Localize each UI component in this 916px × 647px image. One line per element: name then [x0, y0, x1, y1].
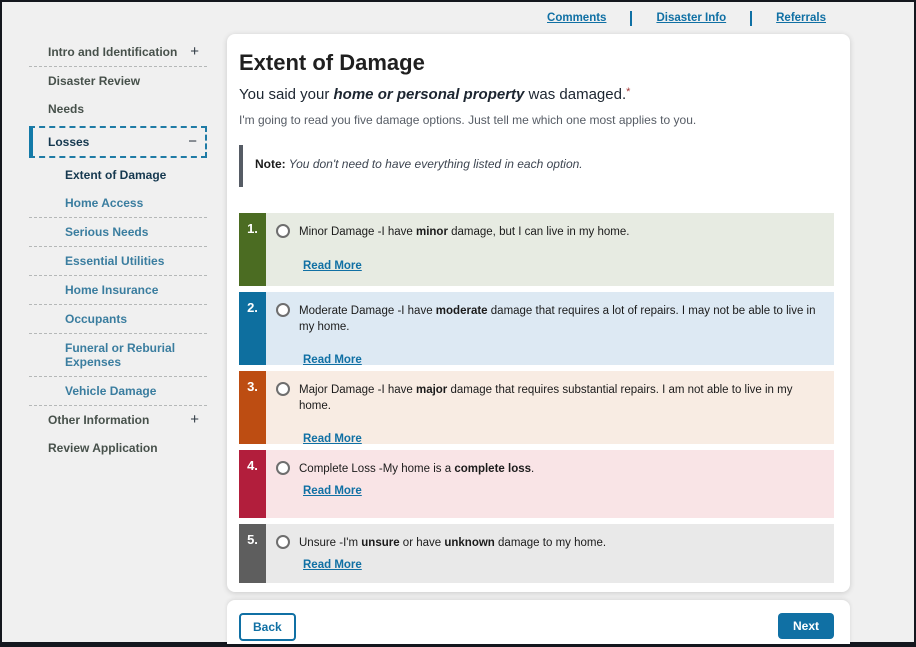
option-number-badge: 2. — [239, 292, 266, 365]
option-label[interactable]: Complete Loss -My home is a complete los… — [276, 462, 822, 478]
back-button[interactable]: Back — [239, 613, 296, 641]
sidebar-item-extent-of-damage[interactable]: Extent of Damage — [29, 161, 207, 189]
question-lead: You said your home or personal property … — [239, 86, 834, 103]
main-content-card: Extent of Damage You said your home or p… — [227, 34, 850, 592]
next-button[interactable]: Next — [778, 613, 834, 639]
option-text: Unsure -I'm unsure or have unknown damag… — [299, 536, 606, 552]
option-text: Major Damage -I have major damage that r… — [299, 383, 822, 414]
option-row-4: 4. Complete Loss -My home is a complete l… — [239, 450, 834, 518]
nav-separator — [750, 11, 752, 26]
damage-options-list: 1. Minor Damage -I have minor damage, but… — [239, 213, 834, 583]
option-body: Major Damage -I have major damage that r… — [266, 371, 834, 444]
option-number-badge: 3. — [239, 371, 266, 444]
sidebar-item-label: Other Information — [48, 413, 149, 427]
sidebar-item-home-access[interactable]: Home Access — [29, 189, 207, 218]
option-body: Unsure -I'm unsure or have unknown damag… — [266, 524, 834, 583]
option-row-1: 1. Minor Damage -I have minor damage, but… — [239, 213, 834, 286]
sidebar-item-intro-and-identification[interactable]: Intro and Identification + — [29, 38, 207, 67]
note-text: You don't need to have everything listed… — [286, 157, 583, 171]
sidebar-item-label: Essential Utilities — [65, 254, 164, 268]
option-label[interactable]: Minor Damage -I have minor damage, but I… — [276, 225, 822, 241]
sidebar-item-label: Intro and Identification — [48, 45, 177, 59]
sidebar-item-vehicle-damage[interactable]: Vehicle Damage — [29, 377, 207, 406]
radio-button[interactable] — [276, 303, 290, 317]
read-more-link[interactable]: Read More — [303, 485, 362, 497]
option-label[interactable]: Unsure -I'm unsure or have unknown damag… — [276, 536, 822, 552]
sidebar-nav: Intro and Identification + Disaster Review… — [29, 38, 207, 462]
sidebar-item-label: Needs — [48, 102, 84, 116]
collapse-icon[interactable]: − — [188, 137, 197, 147]
required-marker: * — [626, 86, 630, 98]
radio-button[interactable] — [276, 461, 290, 475]
sidebar-item-needs[interactable]: Needs — [29, 95, 207, 123]
read-more-link[interactable]: Read More — [303, 260, 362, 272]
sidebar-item-label: Occupants — [65, 312, 127, 326]
option-number-badge: 1. — [239, 213, 266, 286]
sidebar-item-serious-needs[interactable]: Serious Needs — [29, 218, 207, 247]
read-more-link[interactable]: Read More — [303, 433, 362, 445]
option-body: Complete Loss -My home is a complete los… — [266, 450, 834, 518]
nav-separator — [630, 11, 632, 26]
lead-emphasis: home or personal property — [334, 86, 525, 103]
note-label: Note: — [255, 157, 286, 171]
option-number-badge: 4. — [239, 450, 266, 518]
nav-link-disaster-info[interactable]: Disaster Info — [656, 12, 726, 24]
sidebar-item-label: Losses — [48, 135, 89, 149]
sidebar-item-essential-utilities[interactable]: Essential Utilities — [29, 247, 207, 276]
note-box: Note: You don't need to have everything … — [239, 145, 834, 187]
read-more-link[interactable]: Read More — [303, 354, 362, 366]
option-number-badge: 5. — [239, 524, 266, 583]
option-body: Minor Damage -I have minor damage, but I… — [266, 213, 834, 286]
sidebar-item-other-information[interactable]: Other Information + — [29, 406, 207, 434]
radio-button[interactable] — [276, 535, 290, 549]
sidebar-item-occupants[interactable]: Occupants — [29, 305, 207, 334]
nav-link-comments[interactable]: Comments — [547, 12, 606, 24]
option-label[interactable]: Major Damage -I have major damage that r… — [276, 383, 822, 414]
radio-button[interactable] — [276, 224, 290, 238]
sidebar-item-label: Vehicle Damage — [65, 384, 156, 398]
sidebar-item-home-insurance[interactable]: Home Insurance — [29, 276, 207, 305]
expand-icon[interactable]: + — [190, 47, 199, 57]
sidebar-item-label: Home Insurance — [65, 283, 158, 297]
instruction-text: I'm going to read you five damage option… — [239, 113, 834, 127]
option-row-3: 3. Major Damage -I have major damage that… — [239, 371, 834, 444]
page-title: Extent of Damage — [239, 50, 834, 76]
sidebar-item-losses[interactable]: Losses − — [29, 126, 207, 158]
footer-action-bar: Back Next — [227, 600, 850, 644]
sidebar-item-label: Disaster Review — [48, 74, 140, 88]
sidebar-item-label: Review Application — [48, 441, 158, 455]
sidebar-item-review-application[interactable]: Review Application — [29, 434, 207, 462]
read-more-link[interactable]: Read More — [303, 559, 362, 571]
option-text: Complete Loss -My home is a complete los… — [299, 462, 534, 478]
lead-suffix: was damaged. — [524, 86, 626, 103]
radio-button[interactable] — [276, 382, 290, 396]
sidebar-item-label: Serious Needs — [65, 225, 148, 239]
option-body: Moderate Damage -I have moderate damage … — [266, 292, 834, 365]
app-window: { "colors": { "accent": "#1070a4", "page… — [0, 0, 916, 647]
sidebar-item-funeral-or-reburial-expenses[interactable]: Funeral or Reburial Expenses — [29, 334, 207, 377]
sidebar-item-disaster-review[interactable]: Disaster Review — [29, 67, 207, 95]
sidebar-item-label: Funeral or Reburial Expenses — [65, 341, 175, 369]
lead-prefix: You said your — [239, 86, 334, 103]
nav-link-referrals[interactable]: Referrals — [776, 12, 826, 24]
option-row-2: 2. Moderate Damage -I have moderate damag… — [239, 292, 834, 365]
sidebar-item-label: Extent of Damage — [65, 168, 166, 182]
option-label[interactable]: Moderate Damage -I have moderate damage … — [276, 304, 822, 335]
sidebar-item-label: Home Access — [65, 196, 143, 210]
option-text: Moderate Damage -I have moderate damage … — [299, 304, 822, 335]
option-text: Minor Damage -I have minor damage, but I… — [299, 225, 629, 241]
option-row-5: 5. Unsure -I'm unsure or have unknown dam… — [239, 524, 834, 583]
expand-icon[interactable]: + — [190, 415, 199, 425]
top-nav: Comments Disaster Info Referrals — [2, 2, 914, 34]
